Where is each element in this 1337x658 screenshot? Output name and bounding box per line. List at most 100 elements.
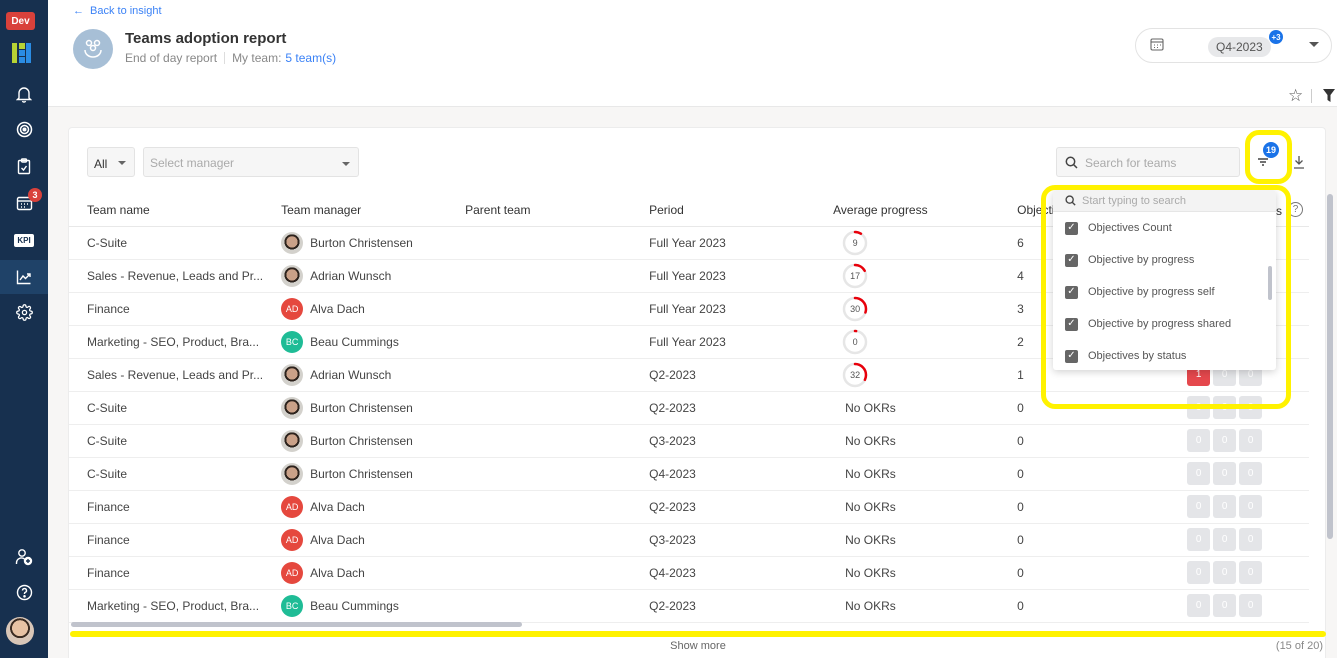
column-option[interactable]: ✓ Objective by progress	[1053, 244, 1276, 276]
checkbox-checked-icon[interactable]: ✓	[1065, 317, 1078, 331]
objectives-count: 0	[999, 556, 1188, 590]
arrow-left-icon: ←	[73, 5, 84, 17]
team-name[interactable]: Sales - Revenue, Leads and Pr...	[69, 358, 264, 392]
checkbox-checked-icon[interactable]: ✓	[1065, 285, 1078, 299]
help-icon[interactable]: ?	[1288, 202, 1303, 217]
sidebar-item-invite[interactable]	[0, 540, 48, 574]
sidebar-item-meetings[interactable]: 3	[0, 186, 48, 220]
col-team-manager[interactable]: Team manager	[263, 194, 448, 227]
team-search-input[interactable]: Search for teams	[1056, 147, 1240, 177]
avatar	[281, 264, 304, 287]
table-row[interactable]: Finance AD Alva Dach Q4-2023 No OKRs 0 00…	[69, 556, 1309, 590]
dropdown-scrollbar[interactable]	[1268, 266, 1272, 300]
team-manager: Burton Christensen	[281, 429, 447, 452]
page-header: ← Back to insight Teams adoption report …	[48, 0, 1337, 107]
sidebar-item-notifications[interactable]	[0, 77, 48, 111]
app-logo[interactable]	[12, 43, 32, 63]
team-name[interactable]: Sales - Revenue, Leads and Pr...	[69, 259, 264, 293]
avatar	[281, 363, 304, 386]
sidebar-item-objectives[interactable]	[0, 112, 48, 146]
user-avatar[interactable]	[6, 617, 34, 645]
avatar: AD	[281, 528, 304, 551]
horizontal-scrollbar[interactable]	[71, 622, 522, 627]
calendar-icon	[1150, 38, 1164, 51]
period-picker[interactable]: Q4-2023 +3	[1135, 28, 1332, 63]
column-search-input[interactable]: Start typing to search	[1053, 190, 1276, 212]
col-parent-team[interactable]: Parent team	[447, 194, 632, 227]
progress-text: No OKRs	[845, 499, 896, 514]
download-icon[interactable]	[1293, 155, 1305, 169]
team-name[interactable]: C-Suite	[69, 391, 264, 425]
column-option[interactable]: ✓ Objective by progress self	[1053, 276, 1276, 308]
env-badge: Dev	[6, 12, 35, 30]
progress-ring: 30	[842, 296, 868, 322]
show-more-button[interactable]: Show more	[69, 640, 1327, 652]
team-name[interactable]: C-Suite	[69, 457, 264, 491]
chevron-down-icon	[342, 162, 350, 166]
col-status-suffix: s	[1276, 204, 1282, 218]
col-team-name[interactable]: Team name	[69, 194, 264, 227]
checkbox-checked-icon[interactable]: ✓	[1065, 221, 1078, 235]
status-count: 0	[1213, 594, 1237, 617]
team-name[interactable]: Finance	[69, 556, 264, 590]
column-option[interactable]: ✓ Objectives Count	[1053, 212, 1276, 244]
team-name[interactable]: C-Suite	[69, 226, 264, 260]
team-manager: AD Alva Dach	[281, 561, 447, 584]
team-name[interactable]: Finance	[69, 523, 264, 557]
table-row[interactable]: C-Suite Burton Christensen Q4-2023 No OK…	[69, 457, 1309, 491]
parent-team	[447, 259, 632, 293]
team-manager: AD Alva Dach	[281, 528, 447, 551]
funnel-icon[interactable]	[1323, 89, 1335, 102]
star-icon[interactable]: ☆	[1288, 87, 1303, 104]
checkbox-checked-icon[interactable]: ✓	[1065, 253, 1078, 267]
vertical-scrollbar[interactable]	[1327, 194, 1333, 539]
table-row[interactable]: Finance AD Alva Dach Q3-2023 No OKRs 0 00…	[69, 523, 1309, 557]
avatar: BC	[281, 594, 304, 617]
add-user-icon	[15, 549, 33, 566]
period-chip[interactable]: Q4-2023	[1208, 37, 1271, 57]
sidebar-item-insights[interactable]	[0, 260, 48, 294]
sidebar-item-help[interactable]	[0, 575, 48, 609]
objectives-count: 0	[999, 523, 1188, 557]
status-count: 0	[1187, 462, 1211, 485]
status-boxes: 000	[1187, 429, 1309, 452]
team-name[interactable]: Marketing - SEO, Product, Bra...	[69, 325, 264, 359]
team-manager: Burton Christensen	[281, 231, 447, 254]
avatar: AD	[281, 297, 304, 320]
table-row[interactable]: Marketing - SEO, Product, Bra... BC Beau …	[69, 589, 1309, 623]
kpi-icon: KPI	[14, 233, 34, 247]
status-boxes: 000	[1187, 462, 1309, 485]
manager-select[interactable]: Select manager	[143, 147, 359, 177]
table-row[interactable]: Finance AD Alva Dach Q2-2023 No OKRs 0 00…	[69, 490, 1309, 524]
column-option[interactable]: ✓ Objective by progress shared	[1053, 308, 1276, 340]
sidebar-item-settings[interactable]	[0, 295, 48, 329]
progress-text: No OKRs	[845, 400, 896, 415]
objectives-count: 0	[999, 391, 1188, 425]
clipboard-icon	[17, 157, 31, 174]
status-boxes: 000	[1187, 495, 1309, 518]
col-period[interactable]: Period	[631, 194, 816, 227]
team-name[interactable]: Finance	[69, 490, 264, 524]
back-link[interactable]: ← Back to insight	[73, 5, 162, 17]
scope-select[interactable]: All	[87, 147, 135, 177]
checkbox-checked-icon[interactable]: ✓	[1065, 349, 1078, 363]
col-average-progress[interactable]: Average progress	[815, 194, 1000, 227]
sidebar-item-kpi[interactable]: KPI	[0, 223, 48, 257]
progress-ring: 9	[842, 230, 868, 256]
my-team-link[interactable]: 5 team(s)	[285, 51, 336, 65]
period: Q2-2023	[631, 589, 816, 623]
team-name[interactable]: Marketing - SEO, Product, Bra...	[69, 589, 264, 623]
status-count: 0	[1213, 528, 1237, 551]
objectives-count: 0	[999, 589, 1188, 623]
table-row[interactable]: C-Suite Burton Christensen Q3-2023 No OK…	[69, 424, 1309, 458]
team-manager: BC Beau Cummings	[281, 594, 447, 617]
table-row[interactable]: C-Suite Burton Christensen Q2-2023 No OK…	[69, 391, 1309, 425]
team-name[interactable]: Finance	[69, 292, 264, 326]
sidebar-item-tasks[interactable]	[0, 149, 48, 183]
status-boxes: 000	[1187, 594, 1309, 617]
status-count: 0	[1213, 396, 1237, 419]
chevron-down-icon	[118, 161, 126, 165]
column-option[interactable]: ✓ Objectives by status	[1053, 340, 1276, 370]
team-name[interactable]: C-Suite	[69, 424, 264, 458]
period: Q3-2023	[631, 424, 816, 458]
